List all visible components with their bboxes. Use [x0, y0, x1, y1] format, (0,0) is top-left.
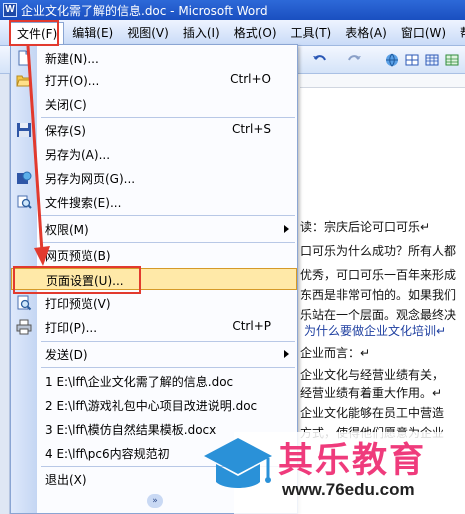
submenu-arrow-icon — [284, 225, 289, 233]
menu-item-label: 4 E:\lff\pc6内容规范初 — [45, 447, 170, 461]
doc-heading-line: 为什么要做企业文化培训↵ — [304, 324, 447, 338]
menu-item-label: 退出(X) — [45, 473, 87, 487]
doc-line: 东西是非常可怕的。如果我们 — [300, 288, 457, 302]
tables-borders-icon[interactable] — [404, 52, 420, 68]
menu-format[interactable]: 格式(O) — [228, 22, 283, 44]
menu-item-print-preview[interactable]: 打印预览(V) — [11, 292, 297, 314]
page-setup-highlight-box — [13, 266, 141, 294]
doc-line: 乐站在一个层面。观念最终决 — [300, 308, 457, 322]
insert-excel-icon[interactable] — [444, 52, 460, 68]
doc-line: 企业而言：↵ — [300, 346, 371, 360]
menu-item-send[interactable]: 发送(D) — [11, 343, 297, 365]
annotation-arrow-icon — [26, 45, 50, 266]
left-margin-bar — [0, 74, 10, 514]
insert-table-icon[interactable] — [424, 52, 440, 68]
print-icon — [16, 319, 32, 335]
menu-separator — [41, 367, 295, 368]
menu-item-label: 发送(D) — [45, 348, 88, 362]
menu-item-label: 打印(P)... — [45, 321, 98, 335]
watermark: 其乐教育 www.76edu.com — [204, 432, 465, 514]
doc-line: 企业文化能够在员工中营造 — [300, 406, 445, 420]
menu-insert[interactable]: 插入(I) — [177, 22, 226, 44]
menu-item-label: 2 E:\lff\游戏礼包中心项目改进说明.doc — [45, 399, 258, 413]
menu-item-recent-1[interactable]: 1 E:\lff\企业文化需了解的信息.doc — [11, 370, 297, 392]
menu-shortcut: Ctrl+S — [231, 122, 271, 136]
menu-item-label: 3 E:\lff\模仿自然结果模板.docx — [45, 423, 217, 437]
menu-item-recent-2[interactable]: 2 E:\lff\游戏礼包中心项目改进说明.doc — [11, 394, 297, 416]
doc-line: 优秀，可口可乐一百年来形成 — [300, 268, 457, 282]
menu-window[interactable]: 窗口(W) — [395, 22, 452, 44]
menu-bar: 文件(F) 编辑(E) 视图(V) 插入(I) 格式(O) 工具(T) 表格(A… — [0, 20, 465, 46]
horizontal-ruler[interactable] — [300, 74, 465, 88]
menu-separator — [41, 117, 295, 118]
undo-icon[interactable] — [312, 52, 328, 68]
menu-item-label: 另存为网页(G)... — [45, 172, 136, 186]
menu-tools[interactable]: 工具(T) — [285, 22, 338, 44]
menu-help[interactable]: 帮 — [454, 22, 465, 44]
graduation-cap-icon — [204, 438, 272, 488]
expand-menu-icon[interactable]: » — [147, 494, 163, 508]
menu-shortcut: Ctrl+P — [232, 319, 271, 333]
menu-item-label: 1 E:\lff\企业文化需了解的信息.doc — [45, 375, 234, 389]
print-preview-icon — [16, 295, 32, 311]
menu-separator — [41, 215, 295, 216]
watermark-brand: 其乐教育 — [278, 441, 427, 481]
doc-line: 经营业绩有着重大作用。↵ — [300, 386, 443, 400]
doc-line: 口可乐为什么成功？所有人都 — [300, 244, 457, 258]
submenu-arrow-icon — [284, 350, 289, 358]
menu-item-print[interactable]: 打印(P)... Ctrl+P — [11, 316, 297, 338]
menu-shortcut: Ctrl+O — [230, 72, 271, 86]
watermark-url: www.76edu.com — [282, 480, 415, 499]
menu-separator — [41, 242, 295, 243]
hyperlink-icon[interactable] — [384, 52, 400, 68]
menu-item-label: 打印预览(V) — [45, 297, 111, 311]
doc-line: 读：宗庆后论可口可乐↵ — [300, 220, 431, 234]
menu-view[interactable]: 视图(V) — [121, 22, 175, 44]
menu-separator — [41, 341, 295, 342]
doc-line: 企业文化与经营业绩有关， — [300, 368, 445, 382]
menu-edit[interactable]: 编辑(E) — [66, 22, 119, 44]
window-title: 企业文化需了解的信息.doc - Microsoft Word — [21, 3, 268, 18]
file-menu-highlight-box — [9, 20, 59, 46]
word-app-icon[interactable]: W — [3, 3, 17, 17]
title-bar: W 企业文化需了解的信息.doc - Microsoft Word — [0, 0, 465, 20]
menu-table[interactable]: 表格(A) — [339, 22, 393, 44]
redo-icon[interactable] — [346, 52, 362, 68]
